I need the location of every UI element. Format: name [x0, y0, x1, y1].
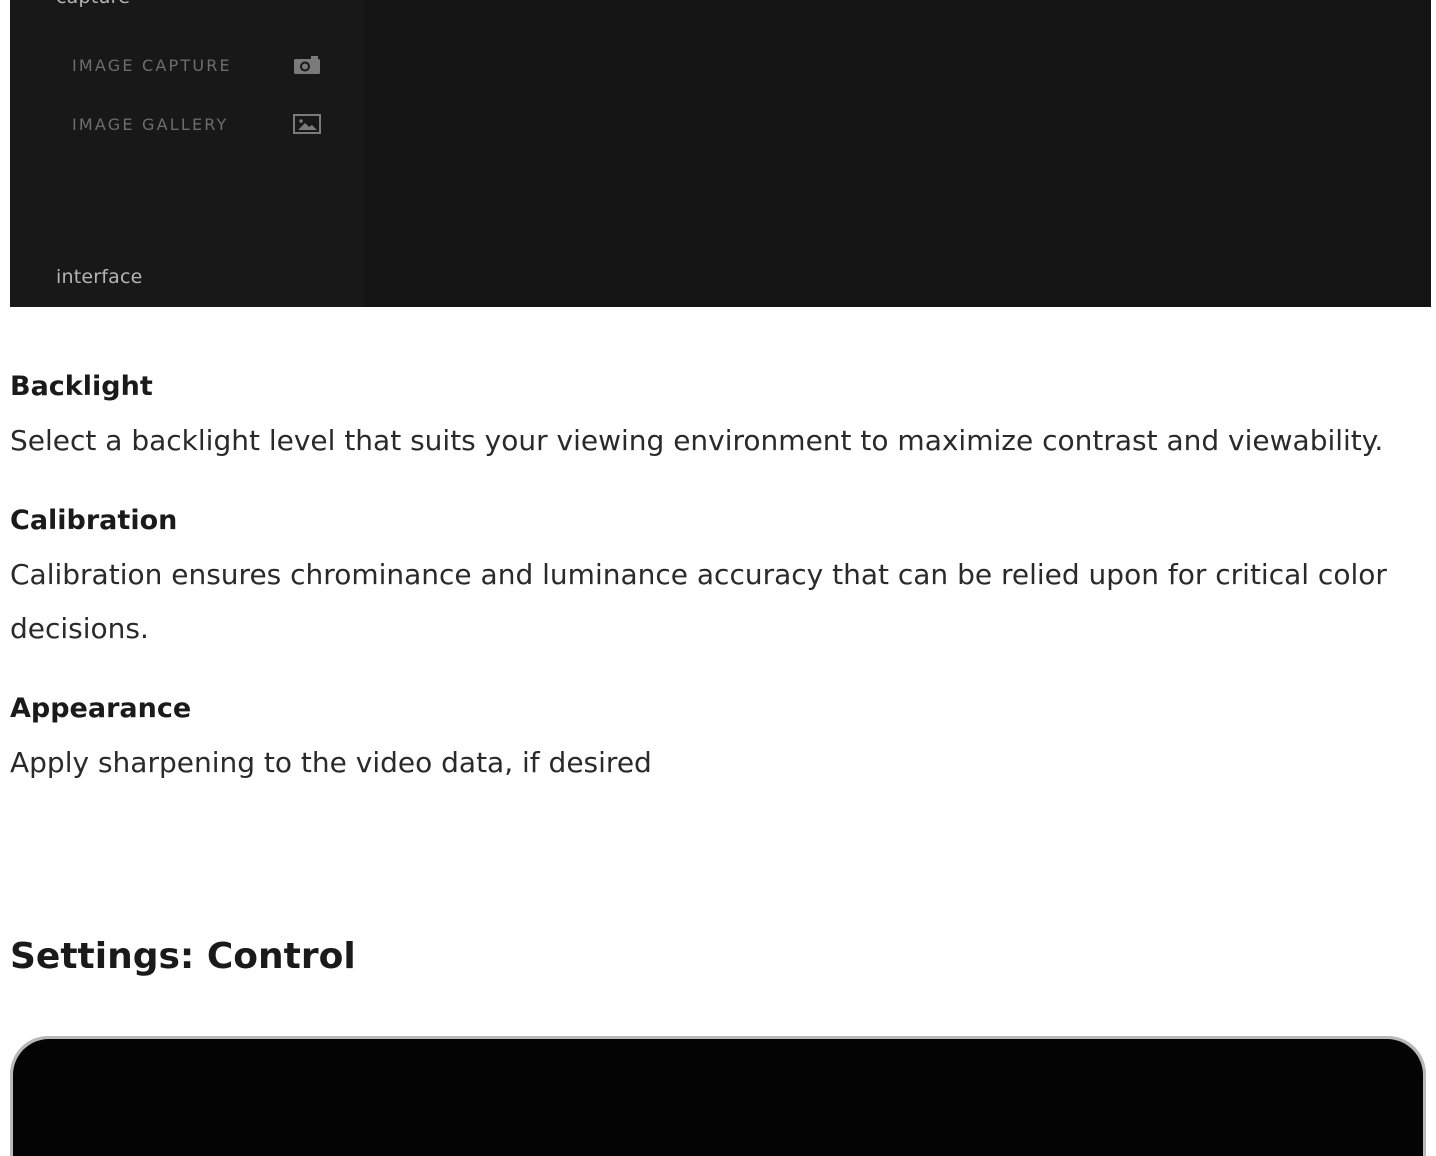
section-heading: Settings: Control — [10, 936, 356, 977]
menu-item-label: IMAGE GALLERY — [72, 114, 229, 134]
feature-description: Calibration ensures chrominance and lumi… — [10, 558, 1387, 645]
image-icon — [292, 113, 322, 135]
feature-descriptions: Backlight Select a backlight level that … — [10, 360, 1410, 816]
section-label-interface: interface — [56, 266, 143, 288]
feature-description: Apply sharpening to the video data, if d… — [10, 746, 652, 779]
device-screenshot-menu: capture IMAGE CAPTURE IMAGE GALLERY — [10, 0, 1431, 307]
feature-title: Appearance — [10, 693, 192, 724]
device-screenshot-control — [10, 1036, 1426, 1156]
menu-item-image-gallery[interactable]: IMAGE GALLERY — [72, 109, 322, 139]
feature-title: Backlight — [10, 371, 153, 402]
feature-description: Select a backlight level that suits your… — [10, 424, 1384, 457]
device-screen — [13, 1039, 1423, 1156]
menu-panel: capture IMAGE CAPTURE IMAGE GALLERY — [10, 0, 364, 307]
feature-appearance: Appearance Apply sharpening to the video… — [10, 682, 1410, 790]
menu-item-label: IMAGE CAPTURE — [72, 55, 232, 75]
feature-calibration: Calibration Calibration ensures chromina… — [10, 494, 1410, 656]
menu-item-image-capture[interactable]: IMAGE CAPTURE — [72, 50, 322, 80]
section-label-capture: capture — [56, 0, 130, 8]
feature-backlight: Backlight Select a backlight level that … — [10, 360, 1410, 468]
camera-icon — [292, 54, 322, 76]
feature-title: Calibration — [10, 505, 178, 536]
